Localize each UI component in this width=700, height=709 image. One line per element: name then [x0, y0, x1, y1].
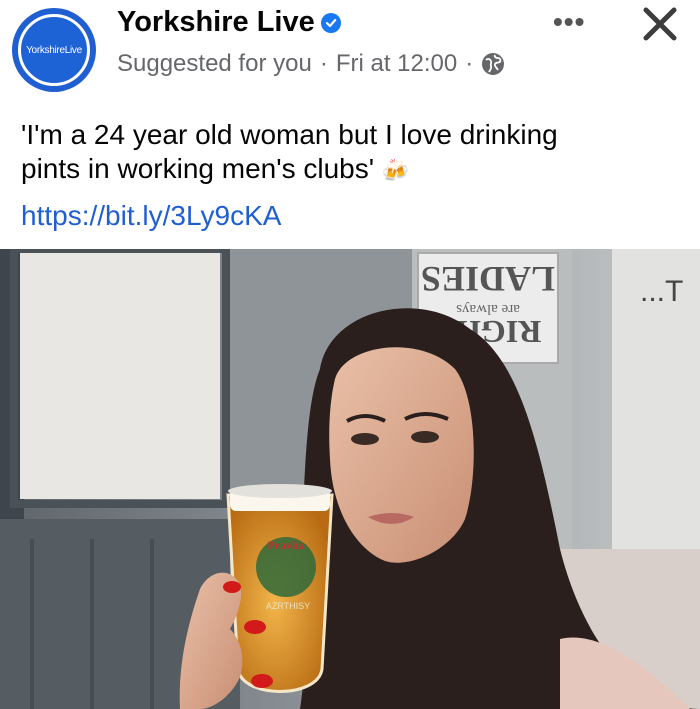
beer-mugs-emoji: 🍻: [381, 158, 410, 183]
suggested-label: Suggested for you: [117, 50, 312, 77]
page-name[interactable]: Yorkshire Live: [117, 6, 315, 39]
post-meta: Suggested for you · Fri at 12:00 ·: [117, 50, 505, 78]
post-text: 'I'm a 24 year old woman but I love drin…: [21, 118, 681, 188]
post-text-line-1: 'I'm a 24 year old woman but I love drin…: [21, 119, 558, 150]
facebook-post: YorkshireLive Yorkshire Live Suggested f…: [0, 0, 700, 709]
photo-illustration: LADIES are always RIGHT ...T Pravha AZRT…: [0, 249, 700, 709]
verified-badge-icon: [320, 12, 341, 33]
meta-separator: ·: [465, 50, 474, 77]
glass-sub-text: AZRTHISY: [266, 601, 310, 611]
close-icon[interactable]: [638, 2, 682, 46]
page-name-row: Yorkshire Live: [117, 6, 341, 39]
glass-brand-text: Pravha: [267, 538, 304, 552]
globe-icon: [482, 53, 505, 75]
avatar-logo-text: YorkshireLive: [26, 44, 82, 56]
post-timestamp[interactable]: Fri at 12:00: [336, 50, 457, 78]
post-photo[interactable]: LADIES are always RIGHT ...T Pravha AZRT…: [0, 249, 700, 709]
more-options-button[interactable]: •••: [553, 6, 585, 38]
page-avatar[interactable]: YorkshireLive: [12, 8, 96, 92]
sign-text-ladies: LADIES: [421, 259, 555, 299]
post-link[interactable]: https://bit.ly/3Ly9cKA: [21, 200, 281, 232]
sign-text-right-edge: ...T: [640, 275, 683, 308]
avatar-ring: YorkshireLive: [18, 14, 90, 86]
post-text-line-2-text: pints in working men's clubs': [21, 153, 375, 184]
meta-separator: ·: [319, 50, 328, 77]
post-text-line-2: pints in working men's clubs' 🍻: [21, 152, 681, 188]
